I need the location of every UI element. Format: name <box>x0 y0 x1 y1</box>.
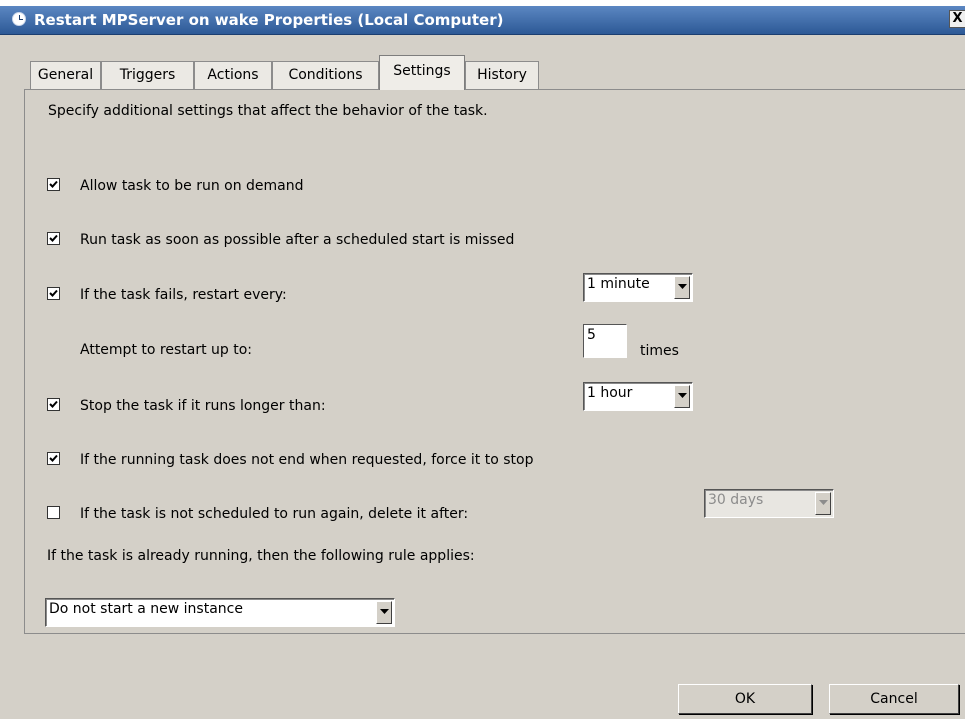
stop-duration-dropdown-button[interactable] <box>674 385 690 408</box>
checkmark-icon <box>49 234 58 242</box>
checkmark-icon <box>49 289 58 297</box>
force-stop-label: If the running task does not end when re… <box>80 452 534 468</box>
tab-history[interactable]: History <box>465 61 539 89</box>
stop-duration-value: 1 hour <box>587 385 633 401</box>
delete-after-value: 30 days <box>708 492 764 508</box>
chevron-down-icon <box>678 284 687 289</box>
clock-icon <box>12 12 26 26</box>
running-rule-dropdown-button[interactable] <box>376 601 392 624</box>
run-asap-label: Run task as soon as possible after a sch… <box>80 232 515 248</box>
ok-button[interactable]: OK <box>678 684 812 714</box>
settings-description: Specify additional settings that affect … <box>48 103 488 119</box>
allow-on-demand-label: Allow task to be run on demand <box>80 178 304 194</box>
chevron-down-icon <box>380 609 389 614</box>
tab-general[interactable]: General <box>30 61 101 89</box>
chevron-down-icon <box>678 393 687 398</box>
checkmark-icon <box>49 180 58 188</box>
close-button[interactable]: X <box>949 10 965 28</box>
force-stop-checkbox[interactable] <box>47 452 60 465</box>
tab-conditions[interactable]: Conditions <box>272 61 379 89</box>
stop-duration-dropdown[interactable]: 1 hour <box>583 382 693 411</box>
tab-actions[interactable]: Actions <box>194 61 272 89</box>
delete-after-dropdown-button <box>815 492 831 515</box>
stop-if-long-label: Stop the task if it runs longer than: <box>80 398 326 414</box>
checkmark-icon <box>49 454 58 462</box>
running-rule-value: Do not start a new instance <box>49 601 243 617</box>
restart-on-fail-checkbox[interactable] <box>47 287 60 300</box>
restart-on-fail-label: If the task fails, restart every: <box>80 287 287 303</box>
stop-if-long-checkbox[interactable] <box>47 398 60 411</box>
restart-attempts-field[interactable] <box>584 325 626 345</box>
window-title: Restart MPServer on wake Properties (Loc… <box>34 11 504 29</box>
delete-after-checkbox[interactable] <box>47 506 60 519</box>
restart-attempts-input[interactable] <box>583 324 627 358</box>
delete-after-dropdown: 30 days <box>704 489 834 518</box>
title-bar[interactable]: Restart MPServer on wake Properties (Loc… <box>0 6 965 35</box>
restart-interval-value: 1 minute <box>587 276 650 292</box>
run-asap-checkbox[interactable] <box>47 232 60 245</box>
checkmark-icon <box>49 400 58 408</box>
chevron-down-icon <box>819 500 828 505</box>
restart-interval-dropdown[interactable]: 1 minute <box>583 273 693 302</box>
cancel-button[interactable]: Cancel <box>829 684 959 714</box>
tab-triggers[interactable]: Triggers <box>101 61 194 89</box>
running-rule-dropdown[interactable]: Do not start a new instance <box>45 598 395 627</box>
delete-after-label: If the task is not scheduled to run agai… <box>80 506 469 522</box>
restart-attempts-label: Attempt to restart up to: <box>80 342 252 358</box>
tab-settings[interactable]: Settings <box>379 55 465 90</box>
restart-interval-dropdown-button[interactable] <box>674 276 690 299</box>
running-rule-label: If the task is already running, then the… <box>47 548 475 564</box>
restart-attempts-unit: times <box>640 343 679 359</box>
allow-on-demand-checkbox[interactable] <box>47 178 60 191</box>
